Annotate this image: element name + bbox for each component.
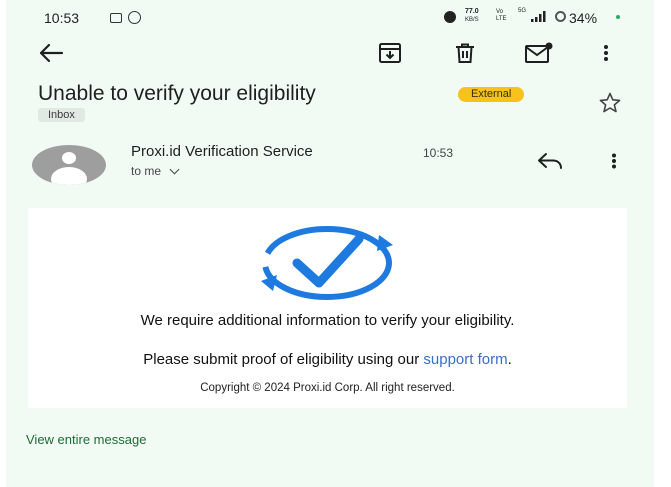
status-time: 10:53 (44, 10, 80, 26)
body-message-line2: Please submit proof of eligibility using… (28, 351, 627, 368)
support-form-link[interactable]: support form (423, 351, 507, 368)
reply-icon (538, 153, 562, 169)
network-speed-unit: KB/S (465, 17, 479, 23)
inbox-label-chip[interactable]: Inbox (38, 108, 85, 122)
trash-icon (456, 43, 474, 63)
back-button[interactable] (36, 40, 66, 66)
arrow-left-icon (39, 43, 64, 63)
status-bar: 10:53 77.0 KB/S Vo LTE 5G 34% (6, 0, 654, 34)
network-type: 5G (518, 8, 527, 14)
whatsapp-notification-icon (128, 11, 141, 24)
delete-button[interactable] (452, 41, 478, 65)
battery-percent: 34% (569, 10, 598, 26)
video-notification-icon (110, 13, 122, 23)
reply-button[interactable] (535, 150, 565, 172)
verified-check-logo-icon (261, 226, 393, 300)
body-text: Please submit proof of eligibility using… (143, 351, 420, 368)
more-options-button[interactable] (598, 41, 614, 65)
recipient-label: to me (131, 164, 162, 178)
mail-unread-icon (525, 42, 553, 63)
copyright-text: Copyright © 2024 Proxi.id Corp. All righ… (200, 382, 455, 394)
email-time: 10:53 (423, 146, 454, 160)
volte-indicator: Vo LTE (496, 9, 507, 22)
body-period: . (507, 351, 512, 368)
chevron-down-icon (169, 164, 180, 174)
network-speed-value: 77.0 (465, 8, 479, 15)
signal-icon (531, 11, 546, 22)
email-screen: 10:53 77.0 KB/S Vo LTE 5G 34% Unable to … (6, 0, 654, 487)
view-entire-message-link[interactable]: View entire message (26, 432, 146, 447)
sender-avatar[interactable] (32, 145, 106, 185)
mark-unread-button[interactable] (523, 41, 555, 65)
battery-icon (555, 11, 566, 22)
email-subject: Unable to verify your eligibility (38, 82, 316, 105)
charging-dot-icon (616, 15, 620, 19)
star-button[interactable] (596, 90, 624, 116)
avatar-head (62, 152, 76, 164)
email-body: We require additional information to ver… (28, 208, 627, 408)
message-more-button[interactable] (606, 150, 622, 172)
more-vert-icon (612, 153, 616, 169)
network-speed: 77.0 KB/S (465, 8, 479, 24)
star-icon (599, 92, 621, 113)
recipient-toggle[interactable]: to me (131, 164, 180, 178)
sender-name[interactable]: Proxi.id Verification Service (131, 143, 313, 160)
archive-button[interactable] (376, 41, 404, 65)
alarm-icon (444, 11, 456, 23)
archive-icon (379, 43, 401, 63)
body-message-line1: We require additional information to ver… (140, 312, 515, 329)
external-badge: External (458, 87, 525, 102)
avatar-body (51, 167, 87, 185)
more-vert-icon (604, 45, 608, 61)
